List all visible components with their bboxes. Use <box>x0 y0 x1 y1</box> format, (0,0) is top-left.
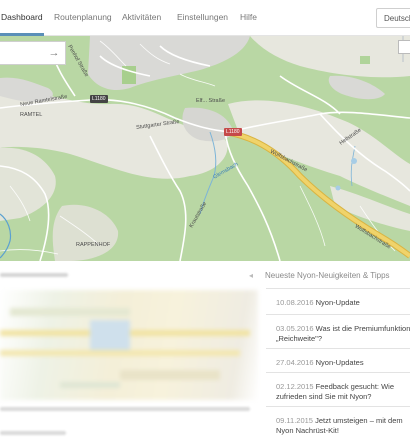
map-search-box[interactable]: → <box>0 41 66 65</box>
activity-title-placeholder <box>0 273 68 277</box>
news-date: 09.11.2015 <box>276 416 313 425</box>
nav-routenplanung[interactable]: Routenplanung <box>54 12 112 22</box>
news-item[interactable]: 10.08.2016 Nyon-Update <box>266 288 410 314</box>
nav-einstellungen[interactable]: Einstellungen <box>177 12 228 22</box>
map-label: RAPPENHOF <box>76 242 111 248</box>
activity-stats-placeholder <box>0 407 250 411</box>
nav-hilfe[interactable]: Hilfe <box>240 12 257 22</box>
activity-map-preview[interactable] <box>0 290 258 400</box>
news-date: 02.12.2015 <box>276 382 314 391</box>
map-label: Elf... Straße <box>196 98 226 104</box>
nav-aktivitaeten[interactable]: Aktivitäten <box>122 12 161 22</box>
road-number-badge: L1180 <box>224 128 242 136</box>
news-link[interactable]: Nyon-Updates <box>316 358 364 367</box>
road-number-badge: L1180 <box>90 95 108 103</box>
news-item[interactable]: 03.05.2016 Was ist die Premiumfunktion „… <box>266 314 410 348</box>
news-link[interactable]: Nyon-Update <box>316 298 360 307</box>
map-control-button[interactable] <box>398 40 410 54</box>
news-section-title: Neueste Nyon-Neuigkeiten & Tipps <box>265 271 390 280</box>
news-collapse-icon[interactable]: ◂ <box>249 271 253 280</box>
language-select[interactable]: Deutsch <box>376 8 410 28</box>
news-item[interactable]: 09.11.2015 Jetzt umsteigen – mit dem Nyo… <box>266 406 410 441</box>
news-date: 10.08.2016 <box>276 298 314 307</box>
news-date: 27.04.2016 <box>276 358 314 367</box>
map-label: RAMTEL <box>20 112 43 118</box>
map-canvas <box>0 36 410 261</box>
news-item[interactable]: 02.12.2015 Feedback gesucht: Wie zufried… <box>266 372 410 404</box>
map[interactable]: Neue Ramtelstraße RAMTEL Stuttgarter Str… <box>0 36 410 261</box>
nav-dashboard[interactable]: Dashboard <box>1 12 43 22</box>
news-item[interactable]: 27.04.2016 Nyon-Updates <box>266 348 410 372</box>
arrow-right-icon[interactable]: → <box>43 42 65 64</box>
activity-stats-placeholder <box>0 431 66 435</box>
top-navigation: Dashboard Routenplanung Aktivitäten Eins… <box>0 0 410 36</box>
news-date: 03.05.2016 <box>276 324 314 333</box>
